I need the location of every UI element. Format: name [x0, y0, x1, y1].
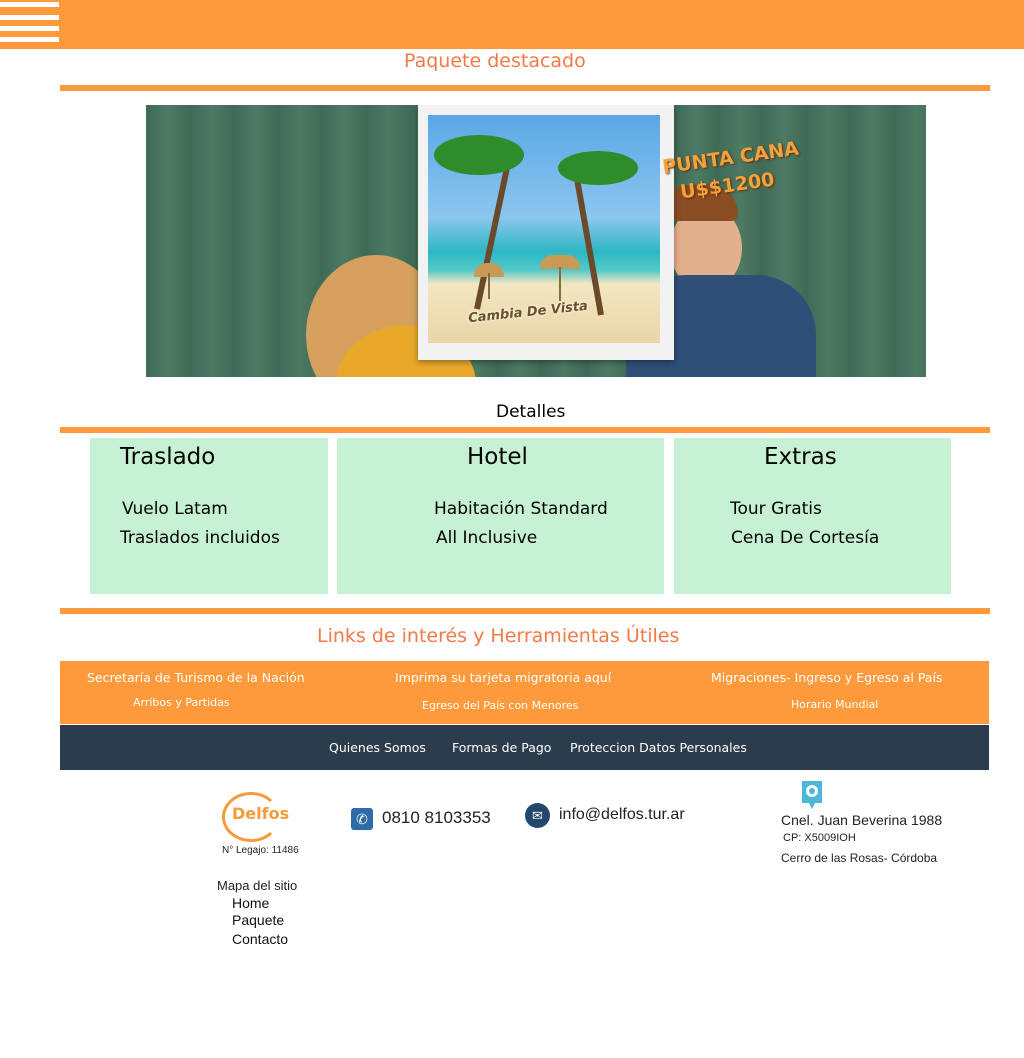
card-item: All Inclusive: [436, 528, 538, 548]
menu-line: [0, 2, 59, 7]
sitemap-contacto-link[interactable]: Contacto: [232, 931, 288, 947]
beach-image: Cambia De Vista: [428, 115, 660, 343]
card-title: Traslado: [120, 444, 216, 470]
address-area: Cerro de las Rosas- Córdoba: [781, 851, 938, 865]
details-title: Detalles: [496, 402, 566, 422]
umbrella-pole: [559, 267, 561, 301]
menu-line: [0, 26, 59, 31]
nav-quienes-somos[interactable]: Quienes Somos: [329, 740, 426, 755]
footer-nav: Quienes Somos Formas de Pago Proteccion …: [60, 725, 989, 770]
featured-title: Paquete destacado: [404, 50, 586, 72]
logo-text: Delfos: [232, 804, 290, 823]
divider: [60, 608, 990, 614]
card-item: Habitación Standard: [434, 499, 608, 519]
banner-slogan: Cambia De Vista: [467, 298, 589, 327]
links-title: Links de interés y Herramientas Útiles: [317, 625, 680, 647]
palm-trunk: [474, 161, 512, 310]
sitemap-title: Mapa del sitio: [217, 878, 298, 893]
menu-line: [0, 37, 59, 42]
link-secretaria-turismo[interactable]: Secretaría de Turismo de la Nación: [87, 670, 305, 685]
divider: [60, 427, 990, 433]
card-title: Extras: [764, 444, 837, 470]
link-tarjeta-migratoria[interactable]: Imprima su tarjeta migratoria aquí: [395, 670, 611, 685]
delfos-logo[interactable]: Delfos: [222, 792, 290, 844]
sitemap-home-link[interactable]: Home: [232, 895, 269, 911]
nav-formas-de-pago[interactable]: Formas de Pago: [452, 740, 551, 755]
picture-frame: Cambia De Vista: [418, 105, 674, 360]
card-traslado: Traslado Vuelo Latam Traslados incluidos: [90, 438, 328, 594]
top-bar: [0, 0, 1024, 49]
featured-banner[interactable]: Cambia De Vista PUNTA CANA U$$1200: [146, 105, 926, 377]
card-item: Vuelo Latam: [122, 499, 228, 519]
phone-icon: ✆: [351, 808, 373, 830]
link-arribos-partidas[interactable]: Arribos y Partidas: [133, 696, 230, 709]
banner-destination: PUNTA CANA: [661, 137, 801, 179]
links-band: Secretaría de Turismo de la Nación Impri…: [60, 661, 989, 724]
address-street: Cnel. Juan Beverina 1988: [781, 812, 943, 828]
location-pin-icon: [802, 781, 822, 809]
palm-leaves: [434, 135, 524, 175]
divider: [60, 85, 990, 91]
sitemap-paquete-link[interactable]: Paquete: [232, 912, 284, 928]
card-title: Hotel: [467, 444, 528, 470]
address-cp: CP: X5009IOH: [783, 832, 856, 844]
card-extras: Extras Tour Gratis Cena De Cortesía: [674, 438, 951, 594]
link-horario-mundial[interactable]: Horario Mundial: [791, 698, 878, 711]
link-migraciones[interactable]: Migraciones- Ingreso y Egreso al País: [711, 670, 942, 685]
email-address[interactable]: info@delfos.tur.ar: [559, 806, 685, 824]
link-egreso-menores[interactable]: Egreso del País con Menores: [422, 699, 578, 712]
card-item: Cena De Cortesía: [731, 528, 880, 548]
legajo-text: N° Legajo: 11486: [222, 845, 299, 856]
nav-proteccion-datos[interactable]: Proteccion Datos Personales: [570, 740, 747, 755]
card-item: Traslados incluidos: [120, 528, 280, 548]
umbrella-pole: [488, 273, 490, 299]
email-icon: ✉: [525, 803, 550, 828]
phone-number[interactable]: 0810 8103353: [382, 808, 491, 828]
palm-leaves: [558, 151, 638, 185]
palm-trunk: [573, 176, 604, 316]
menu-line: [0, 15, 59, 20]
hamburger-menu-icon[interactable]: [0, 2, 60, 44]
card-item: Tour Gratis: [730, 499, 822, 519]
card-hotel: Hotel Habitación Standard All Inclusive: [337, 438, 664, 594]
